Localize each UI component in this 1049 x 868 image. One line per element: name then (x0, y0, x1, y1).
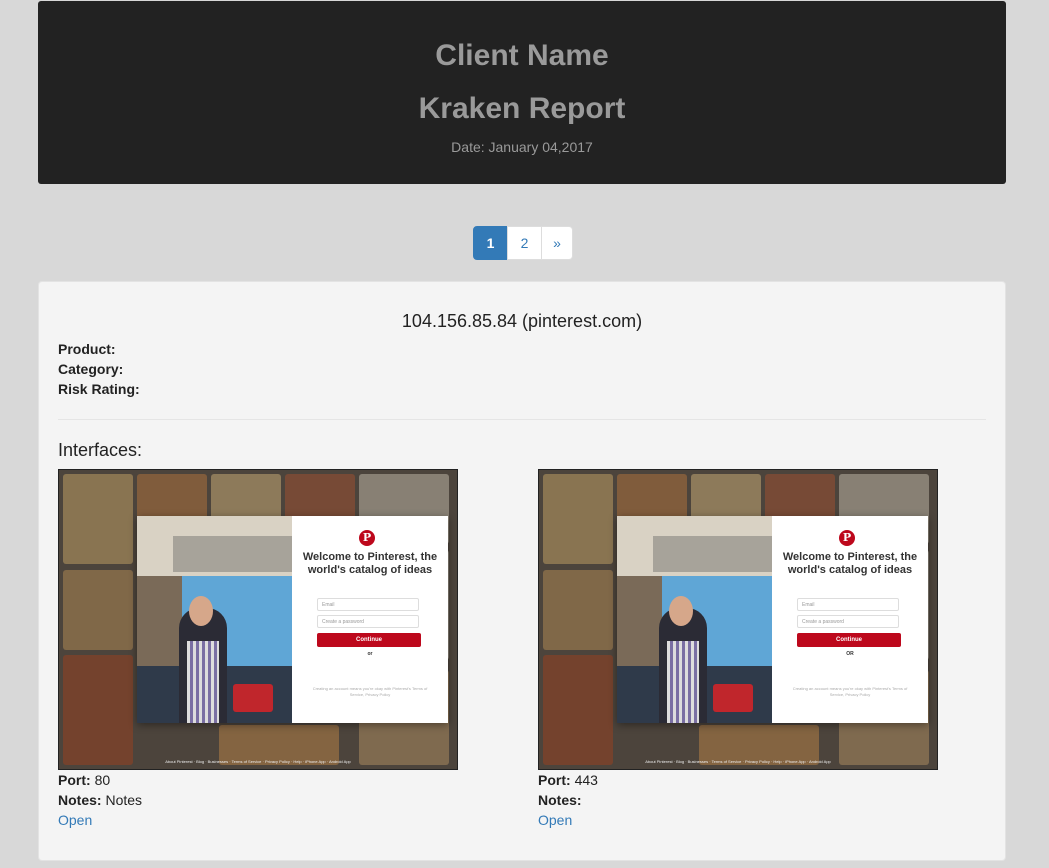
category-label: Category: (58, 361, 124, 377)
pinterest-logo-icon: P (839, 530, 855, 546)
email-field: Email (317, 598, 419, 611)
report-title: Kraken Report (418, 92, 626, 125)
signup-modal: P Welcome to Pinterest, the world's cata… (137, 516, 448, 723)
report-date: Date: January 04,2017 (451, 139, 593, 155)
pinterest-logo-icon: P (359, 530, 375, 546)
risk-rating-label: Risk Rating: (58, 381, 140, 397)
page-1-button[interactable]: 1 (473, 226, 508, 260)
host-panel: 104.156.85.84 (pinterest.com) Product: C… (38, 281, 1006, 861)
interface-screenshot[interactable]: P Welcome to Pinterest, the world's cata… (58, 469, 458, 770)
kitchen-photo (617, 516, 772, 723)
notes-line: Notes: (538, 790, 938, 810)
next-page-button[interactable]: » (541, 226, 573, 260)
footer-links: About Pinterest · Blog · Businesses · Te… (165, 759, 351, 764)
password-field: Create a password (797, 615, 899, 628)
pagination: 1 2 » (473, 226, 573, 260)
notes-label: Notes: (538, 792, 582, 808)
password-field: Create a password (317, 615, 419, 628)
interface-card-port-80: P Welcome to Pinterest, the world's cata… (58, 469, 458, 830)
continue-button: Continue (317, 633, 421, 647)
interfaces-heading: Interfaces: (58, 440, 143, 460)
signup-modal: P Welcome to Pinterest, the world's cata… (617, 516, 928, 723)
interface-card-port-443: P Welcome to Pinterest, the world's cata… (538, 469, 938, 830)
port-line: Port: 443 (538, 770, 938, 790)
open-link[interactable]: Open (58, 810, 458, 830)
footer-links: About Pinterest · Blog · Businesses · Te… (645, 759, 831, 764)
port-label: Port: (538, 772, 571, 788)
port-line: Port: 80 (58, 770, 458, 790)
or-text: or (367, 651, 373, 657)
report-header: Client Name Kraken Report Date: January … (38, 1, 1006, 184)
product-label: Product: (58, 341, 116, 357)
welcome-text: Welcome to Pinterest, the world's catalo… (782, 551, 918, 576)
welcome-text: Welcome to Pinterest, the world's catalo… (302, 551, 438, 576)
client-name: Client Name (435, 39, 609, 72)
port-label: Port: (58, 772, 91, 788)
page-2-button[interactable]: 2 (507, 226, 542, 260)
signup-form: P Welcome to Pinterest, the world's cata… (772, 516, 928, 723)
continue-button: Continue (797, 633, 901, 647)
notes-line: Notes: Notes (58, 790, 458, 810)
open-link[interactable]: Open (538, 810, 938, 830)
legal-text: Creating an account means you're okay wi… (312, 686, 428, 697)
port-value: 80 (94, 772, 111, 788)
email-field: Email (797, 598, 899, 611)
interface-screenshot[interactable]: P Welcome to Pinterest, the world's cata… (538, 469, 938, 770)
port-value: 443 (574, 772, 598, 788)
notes-label: Notes: (58, 792, 102, 808)
host-title: 104.156.85.84 (pinterest.com) (401, 311, 643, 331)
kitchen-photo (137, 516, 292, 723)
signup-form: P Welcome to Pinterest, the world's cata… (292, 516, 448, 723)
notes-value: Notes (105, 792, 143, 808)
or-text: OR (846, 651, 854, 657)
divider (58, 419, 986, 420)
legal-text: Creating an account means you're okay wi… (792, 686, 908, 697)
